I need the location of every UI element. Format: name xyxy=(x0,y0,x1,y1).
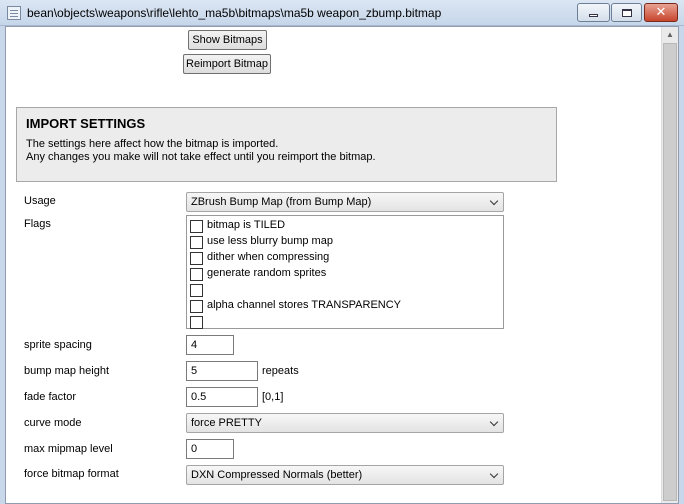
bump-map-height-label: bump map height xyxy=(24,365,109,377)
fade-factor-label: fade factor xyxy=(24,391,76,403)
flag-label: dither when compressing xyxy=(207,251,330,263)
client-area: Show Bitmaps Reimport Bitmap IMPORT SETT… xyxy=(5,26,679,504)
sprite-spacing-label: sprite spacing xyxy=(24,339,92,351)
force-bitmap-format-value: DXN Compressed Normals (better) xyxy=(191,469,363,481)
usage-label: Usage xyxy=(24,195,56,207)
document-icon xyxy=(7,6,21,20)
force-bitmap-format-label: force bitmap format xyxy=(24,468,119,480)
reimport-bitmap-button[interactable]: Reimport Bitmap xyxy=(183,54,271,74)
flag-label: alpha channel stores TRANSPARENCY xyxy=(207,299,402,311)
flag-checkbox[interactable] xyxy=(190,268,203,281)
sprite-spacing-input[interactable] xyxy=(186,335,234,355)
chevron-down-icon xyxy=(489,196,499,206)
import-settings-panel: IMPORT SETTINGS The settings here affect… xyxy=(16,107,557,182)
flag-checkbox[interactable] xyxy=(190,316,203,329)
flag-checkbox[interactable] xyxy=(190,236,203,249)
close-button[interactable]: ✕ xyxy=(644,3,678,22)
import-settings-title: IMPORT SETTINGS xyxy=(26,116,146,131)
chevron-down-icon xyxy=(489,417,499,427)
curve-mode-label: curve mode xyxy=(24,417,82,429)
usage-value: ZBrush Bump Map (from Bump Map) xyxy=(191,196,372,208)
minimize-button[interactable] xyxy=(577,3,610,22)
window-title: bean\objects\weapons\rifle\lehto_ma5b\bi… xyxy=(27,6,442,20)
show-bitmaps-button[interactable]: Show Bitmaps xyxy=(188,30,267,50)
flags-label: Flags xyxy=(24,218,51,230)
usage-dropdown[interactable]: ZBrush Bump Map (from Bump Map) xyxy=(186,192,504,212)
flag-label: bitmap is TILED xyxy=(207,219,286,231)
minimize-icon xyxy=(589,14,598,17)
fade-factor-input[interactable] xyxy=(186,387,258,407)
max-mipmap-level-input[interactable] xyxy=(186,439,234,459)
flag-checkbox[interactable] xyxy=(190,252,203,265)
import-settings-description-1: The settings here affect how the bitmap … xyxy=(26,138,279,150)
title-bar[interactable]: bean\objects\weapons\rifle\lehto_ma5b\bi… xyxy=(0,0,684,26)
close-icon: ✕ xyxy=(655,5,667,20)
flags-list[interactable]: bitmap is TILED use less blurry bump map… xyxy=(186,215,504,329)
curve-mode-dropdown[interactable]: force PRETTY xyxy=(186,413,504,433)
vertical-scrollbar[interactable]: ▲ xyxy=(661,27,678,503)
maximize-button[interactable] xyxy=(611,3,642,22)
bump-map-height-input[interactable] xyxy=(186,361,258,381)
maximize-icon xyxy=(621,8,632,17)
fade-factor-range: [0,1] xyxy=(262,391,284,403)
flag-checkbox[interactable] xyxy=(190,220,203,233)
import-settings-description-2: Any changes you make will not take effec… xyxy=(26,151,376,163)
scrollbar-thumb[interactable] xyxy=(663,43,677,501)
flag-label: use less blurry bump map xyxy=(207,235,333,247)
flag-checkbox[interactable] xyxy=(190,284,203,297)
chevron-down-icon xyxy=(489,469,499,479)
scroll-up-arrow-icon[interactable]: ▲ xyxy=(664,30,676,40)
max-mipmap-level-label: max mipmap level xyxy=(24,443,113,455)
force-bitmap-format-dropdown[interactable]: DXN Compressed Normals (better) xyxy=(186,465,504,485)
flag-label: generate random sprites xyxy=(207,267,327,279)
flag-checkbox[interactable] xyxy=(190,300,203,313)
bump-map-height-unit: repeats xyxy=(262,365,299,377)
curve-mode-value: force PRETTY xyxy=(191,417,262,429)
